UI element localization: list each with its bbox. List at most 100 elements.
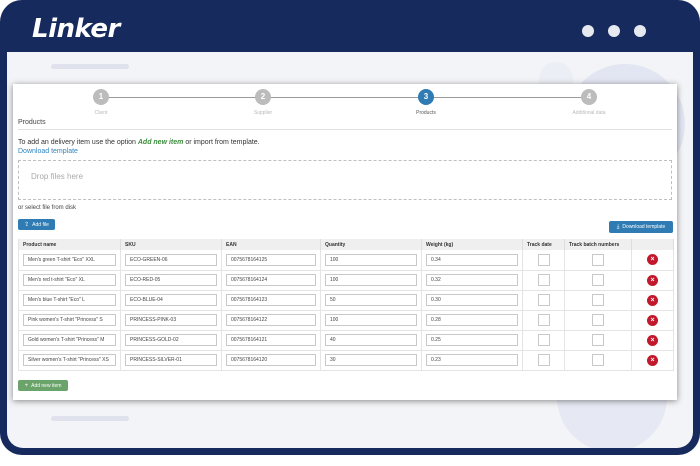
add-new-item-option: Add new item (137, 139, 184, 146)
track-date-checkbox[interactable] (537, 253, 550, 266)
product-name-input[interactable]: Gold women's T-shirt "Princess" M (23, 334, 116, 346)
step-label: Products (416, 110, 436, 116)
delete-row-icon[interactable]: × (647, 354, 658, 366)
divider (18, 129, 672, 130)
weight-input[interactable]: 0.23 (426, 354, 518, 366)
products-table: Product name SKU EAN Quantity Weight (kg… (18, 239, 674, 371)
sku-input[interactable]: ECO-GREEN-06 (125, 253, 217, 266)
table-row: Silver women's T-shirt "Princess" XS PRI… (18, 350, 674, 371)
step-number: 3 (418, 89, 434, 105)
delete-row-icon[interactable]: × (647, 294, 658, 306)
delete-row-icon[interactable]: × (647, 314, 658, 326)
sku-input[interactable]: PRINCESS-GOLD-02 (125, 334, 217, 346)
quantity-input[interactable]: 30 (325, 354, 417, 366)
quantity-input[interactable]: 40 (325, 334, 417, 346)
step-label: Client (94, 110, 108, 116)
window-dot-3[interactable] (634, 25, 646, 37)
column-header-sku: SKU (120, 239, 222, 250)
weight-input[interactable]: 0.25 (426, 334, 518, 346)
window-dot-2[interactable] (608, 25, 620, 37)
delete-row-icon[interactable]: × (647, 334, 658, 346)
add-new-item-label: Add new item (31, 382, 62, 389)
table-row: Men's green T-shirt "Eco" XXL ECO-GREEN-… (18, 250, 674, 271)
product-name-input[interactable]: Men's blue T-shirt "Eco" L (23, 294, 116, 306)
sku-input[interactable]: ECO-RED-05 (125, 274, 217, 286)
plus-icon: + (24, 382, 29, 389)
wizard-steps: 1 Client 2 Supplier 3 Products 4 Additio… (13, 89, 677, 121)
add-file-label: Add file (32, 221, 49, 228)
download-icon: ⤓ (616, 224, 620, 230)
step-number: 4 (581, 89, 597, 105)
table-row: Men's red t-shirt "Eco" XL ECO-RED-05 00… (18, 270, 674, 291)
ean-input[interactable]: 0075678164122 (226, 314, 316, 326)
track-batch-checkbox[interactable] (592, 253, 604, 266)
step-supplier[interactable]: 2 Supplier (233, 89, 293, 116)
delete-row-icon[interactable]: × (647, 274, 658, 286)
sku-input[interactable]: PRINCESS-PINK-03 (125, 314, 217, 326)
quantity-input[interactable]: 100 (325, 274, 417, 286)
track-date-checkbox[interactable] (537, 334, 550, 346)
weight-input[interactable]: 0.30 (426, 294, 518, 306)
product-name-input[interactable]: Silver women's T-shirt "Princess" XS (23, 354, 116, 366)
ean-input[interactable]: 0075678164120 (226, 354, 316, 366)
product-name-input[interactable]: Pink women's T-shirt "Princess" S (23, 314, 116, 326)
delete-row-icon[interactable]: × (647, 254, 658, 266)
add-file-button[interactable]: ⇪ Add file (18, 219, 55, 230)
step-products[interactable]: 3 Products (396, 89, 456, 116)
download-template-link[interactable]: Download template (18, 148, 78, 155)
track-date-checkbox[interactable] (537, 274, 550, 286)
product-name-input[interactable]: Men's red t-shirt "Eco" XL (23, 274, 116, 286)
weight-input[interactable]: 0.32 (426, 274, 518, 286)
window-dot-1[interactable] (582, 25, 594, 37)
add-new-item-button[interactable]: + Add new item (18, 380, 68, 391)
weight-input[interactable]: 0.28 (426, 314, 518, 326)
column-header-product-name: Product name (18, 239, 121, 250)
sku-input[interactable]: ECO-BLUE-04 (125, 294, 217, 306)
table-row: Gold women's T-shirt "Princess" M PRINCE… (18, 330, 674, 351)
track-date-checkbox[interactable] (537, 294, 550, 306)
window-controls (582, 25, 646, 37)
track-date-checkbox[interactable] (537, 354, 550, 366)
quantity-input[interactable]: 100 (325, 314, 417, 326)
column-header-track-date: Track date (522, 239, 565, 250)
ean-input[interactable]: 0075678164125 (226, 253, 316, 266)
step-additional-data[interactable]: 4 Additional data (559, 89, 619, 116)
ean-input[interactable]: 0075678164121 (226, 334, 316, 346)
column-header-ean: EAN (221, 239, 321, 250)
background-bar (51, 416, 129, 421)
product-name-input[interactable]: Men's green T-shirt "Eco" XXL (23, 253, 116, 266)
ean-input[interactable]: 0075678164124 (226, 274, 316, 286)
step-label: Additional data (572, 110, 606, 116)
table-header-row: Product name SKU EAN Quantity Weight (kg… (18, 239, 674, 250)
step-number: 2 (255, 89, 271, 105)
download-template-button[interactable]: ⤓ Download template (609, 221, 673, 233)
track-batch-checkbox[interactable] (592, 334, 604, 346)
track-batch-checkbox[interactable] (592, 354, 604, 366)
track-date-checkbox[interactable] (537, 314, 550, 326)
track-batch-checkbox[interactable] (592, 314, 604, 326)
table-row: Pink women's T-shirt "Princess" S PRINCE… (18, 310, 674, 331)
column-header-weight: Weight (kg) (421, 239, 523, 250)
file-dropzone[interactable]: Drop files here (18, 160, 672, 200)
instructions-before: To add an delivery item use the option (18, 139, 138, 146)
track-batch-checkbox[interactable] (592, 274, 604, 286)
ean-input[interactable]: 0075678164123 (226, 294, 316, 306)
instructions-after: or import from template. (183, 139, 260, 146)
weight-input[interactable]: 0.34 (426, 253, 518, 266)
step-label: Supplier (253, 110, 273, 116)
track-batch-checkbox[interactable] (592, 294, 604, 306)
dropzone-text: Drop files here (31, 172, 84, 181)
section-title: Products (18, 119, 46, 126)
column-header-quantity: Quantity (320, 239, 422, 250)
column-header-track-batch-numbers: Track batch numbers (564, 239, 632, 250)
steps-connector-line (101, 97, 589, 98)
column-header-actions (631, 239, 674, 250)
quantity-input[interactable]: 100 (325, 253, 417, 266)
step-number: 1 (93, 89, 109, 105)
step-client[interactable]: 1 Client (71, 89, 131, 116)
instructions-text: To add an delivery item use the option A… (18, 139, 260, 146)
or-select-file-text: or select file from disk (18, 205, 77, 211)
download-template-label: Download template (622, 224, 666, 230)
quantity-input[interactable]: 50 (325, 294, 417, 306)
sku-input[interactable]: PRINCESS-SILVER-01 (125, 354, 217, 366)
